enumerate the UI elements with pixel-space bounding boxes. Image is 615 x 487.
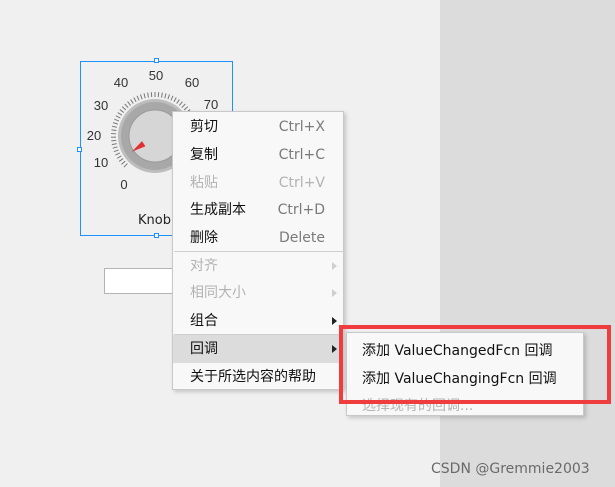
knob-tick-mark bbox=[121, 106, 127, 111]
tick-label: 50 bbox=[149, 68, 163, 83]
knob-tick-mark bbox=[124, 103, 129, 109]
menu-item-cut[interactable]: 剪切 Ctrl+X bbox=[173, 113, 343, 141]
knob-tick-mark bbox=[164, 93, 167, 99]
submenu-arrow-icon bbox=[332, 289, 337, 297]
knob-tick-mark bbox=[127, 101, 132, 106]
menu-item-label: 关于所选内容的帮助 bbox=[190, 369, 316, 385]
knob-label: Knob bbox=[138, 213, 171, 228]
knob-tick-mark bbox=[167, 94, 171, 100]
context-menu: 剪切 Ctrl+X 复制 Ctrl+C 粘贴 Ctrl+V 生成副本 Ctrl+… bbox=[172, 111, 344, 390]
menu-item-shortcut: Ctrl+X bbox=[278, 119, 325, 135]
knob-tick-mark bbox=[111, 129, 117, 132]
tick-label: 30 bbox=[94, 98, 108, 113]
tick-label: 40 bbox=[114, 75, 128, 90]
menu-item-group[interactable]: 组合 bbox=[173, 307, 343, 335]
knob-tick-mark bbox=[119, 109, 125, 113]
menu-item-label: 删除 bbox=[190, 230, 218, 246]
watermark: CSDN @Gremmie2003 bbox=[431, 461, 590, 477]
knob-tick-mark bbox=[115, 152, 121, 156]
tick-label: 60 bbox=[185, 75, 199, 90]
knob-tick-mark bbox=[139, 94, 143, 100]
knob-tick-mark bbox=[123, 163, 128, 168]
knob-tick-mark bbox=[161, 92, 163, 98]
submenu-arrow-icon bbox=[332, 262, 337, 270]
knob-tick-mark bbox=[183, 106, 189, 111]
menu-item-shortcut: Ctrl+C bbox=[278, 147, 325, 163]
menu-item-paste[interactable]: 粘贴 Ctrl+V bbox=[173, 169, 343, 197]
menu-item-same-size[interactable]: 相同大小 bbox=[173, 279, 343, 307]
menu-item-shortcut: Ctrl+D bbox=[277, 202, 325, 218]
tick-label: 70 bbox=[204, 97, 218, 112]
menu-item-delete[interactable]: 删除 Delete bbox=[173, 224, 343, 252]
knob-tick-mark bbox=[117, 112, 123, 116]
menu-item-label: 对齐 bbox=[190, 258, 218, 274]
menu-item-help-on-selection[interactable]: 关于所选内容的帮助 bbox=[173, 363, 343, 391]
menu-item-callbacks[interactable]: 回调 bbox=[173, 335, 343, 363]
knob-tick-mark bbox=[130, 99, 134, 104]
knob-tick-mark bbox=[112, 122, 118, 125]
knob-tick-mark bbox=[173, 97, 177, 103]
submenu-arrow-icon bbox=[332, 345, 337, 353]
callbacks-submenu: 添加 ValueChangedFcn 回调 添加 ValueChangingFc… bbox=[346, 332, 584, 416]
knob-tick-mark bbox=[114, 118, 120, 122]
submenu-item-add-valuechangedfcn[interactable]: 添加 ValueChangedFcn 回调 bbox=[362, 340, 552, 360]
menu-item-label: 回调 bbox=[190, 341, 218, 357]
knob-tick-mark bbox=[136, 95, 140, 101]
menu-item-shortcut: Delete bbox=[279, 230, 325, 246]
tick-label: 10 bbox=[94, 155, 108, 170]
submenu-item-add-valuechangingfcn[interactable]: 添加 ValueChangingFcn 回调 bbox=[362, 368, 557, 388]
submenu-arrow-icon bbox=[332, 317, 337, 325]
menu-item-label: 粘贴 bbox=[190, 175, 218, 191]
tick-label: 0 bbox=[120, 177, 127, 192]
knob-tick-mark bbox=[112, 146, 118, 149]
knob-tick-mark bbox=[176, 99, 180, 104]
menu-item-label: 剪切 bbox=[190, 119, 218, 135]
knob-tick-mark bbox=[147, 92, 149, 98]
tick-label: 20 bbox=[87, 128, 101, 143]
menu-item-shortcut: Ctrl+V bbox=[278, 175, 325, 191]
menu-item-align[interactable]: 对齐 bbox=[173, 252, 343, 280]
menu-item-label: 相同大小 bbox=[190, 285, 246, 301]
submenu-item-select-existing-callback[interactable]: 选择现有的回调... bbox=[362, 395, 473, 415]
knob-tick-mark bbox=[170, 95, 174, 101]
menu-item-copy[interactable]: 复制 Ctrl+C bbox=[173, 141, 343, 169]
menu-item-label: 组合 bbox=[190, 313, 218, 329]
knob-tick-mark bbox=[116, 155, 122, 159]
knob-tick-mark bbox=[181, 103, 186, 109]
knob-tick-mark bbox=[178, 101, 183, 106]
knob-tick-mark bbox=[111, 139, 117, 142]
knob-tick-mark bbox=[113, 149, 119, 153]
knob-tick-mark bbox=[115, 115, 121, 119]
knob-tick-mark bbox=[111, 125, 118, 128]
knob-tick-mark bbox=[143, 93, 146, 99]
knob-tick-mark bbox=[121, 160, 126, 165]
knob-tick-mark bbox=[133, 97, 137, 103]
knob-tick-mark bbox=[118, 158, 124, 162]
menu-item-label: 复制 bbox=[190, 147, 218, 163]
menu-item-duplicate[interactable]: 生成副本 Ctrl+D bbox=[173, 196, 343, 224]
menu-item-label: 生成副本 bbox=[190, 202, 246, 218]
numeric-edit-field[interactable] bbox=[104, 268, 176, 294]
knob-tick-mark bbox=[111, 143, 117, 146]
